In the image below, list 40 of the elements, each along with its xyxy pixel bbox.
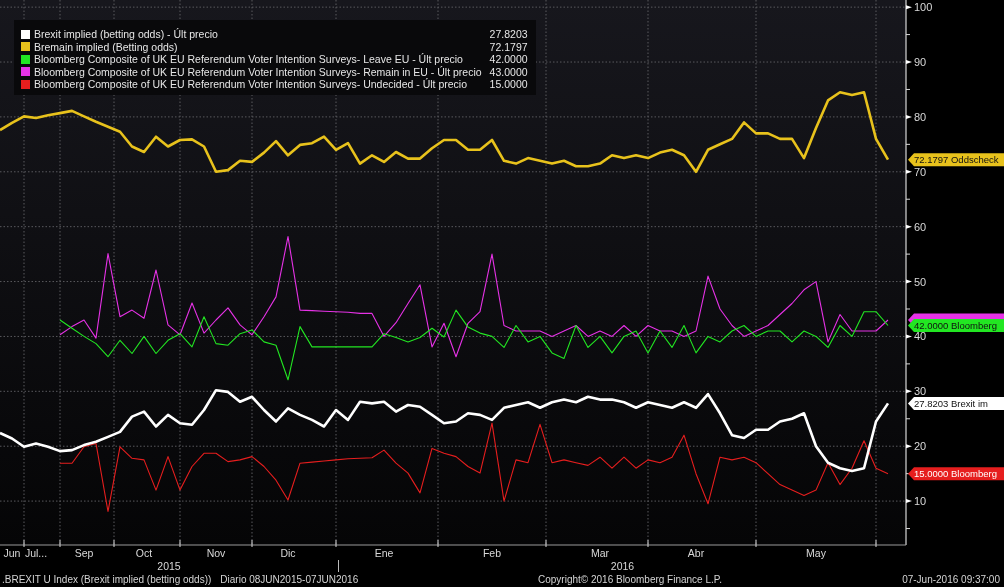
axis-label: 60 <box>914 220 927 233</box>
value-tag: 15.0000 Bloomberg <box>908 467 1004 481</box>
legend-value: 43.0000 <box>488 65 528 78</box>
axis-label: Jul... <box>24 547 48 559</box>
legend-value: 72.1797 <box>488 40 528 53</box>
axis-label: 40 <box>914 330 927 343</box>
axis-label: Sep <box>74 547 94 559</box>
legend-label: Bloomberg Composite of UK EU Referendum Voter Intention Surveys- Leave EU - Últ precio <box>34 53 464 66</box>
copyright-text: Copyright© 2016 Bloomberg Finance L.P. <box>538 574 723 585</box>
axis-label: Mar <box>590 547 610 559</box>
axis-label: Nov <box>206 547 226 559</box>
axis-label: 30 <box>914 385 927 398</box>
axis-label: Oct <box>135 547 153 559</box>
legend-value: 27.8203 <box>488 28 528 41</box>
legend-label: Brexit implied (betting odds) - Últ precio <box>34 28 219 41</box>
legend-label: Bloomberg Composite of UK EU Referendum Voter Intention Surveys- Remain in EU - Últ precio <box>34 65 482 78</box>
axis-label: Abr <box>687 547 705 559</box>
axis-label: 80 <box>914 110 927 123</box>
value-tag: 72.1797 Oddscheck <box>908 153 1004 167</box>
axis-label: 20 <box>914 440 927 453</box>
date-range: Diario 08JUN2015-07JUN2016 <box>220 574 359 585</box>
axis-label: Feb <box>482 547 502 559</box>
axis-label: Ene <box>374 547 394 559</box>
legend-label: Bremain implied (Betting odds) <box>34 40 179 53</box>
axis-label: 50 <box>914 275 927 288</box>
axis-label: 100 <box>914 1 933 14</box>
year-label: 2015 <box>157 560 181 572</box>
axis-label: 90 <box>914 56 927 68</box>
legend-value: 42.0000 <box>488 53 528 66</box>
year-label: 2016 <box>610 560 635 572</box>
legend-value: 15.0000 <box>488 78 528 91</box>
axis-label: May <box>806 547 826 559</box>
axis-label: 10 <box>914 495 927 508</box>
value-tag: 27.8203 Brexit im <box>908 396 1004 410</box>
axis-label: Dic <box>280 547 296 559</box>
axis-label: 70 <box>914 165 927 178</box>
legend-label: Bloomberg Composite of UK EU Referendum Voter Intention Surveys- Undecided - Últ precio <box>34 78 469 91</box>
timestamp: 07-Jun-2016 09:37:00 <box>902 574 1001 585</box>
index-title: .BREXIT U Index (Brexit implied (betting odds)) <box>2 574 212 585</box>
axis-label: Jun <box>3 547 21 559</box>
